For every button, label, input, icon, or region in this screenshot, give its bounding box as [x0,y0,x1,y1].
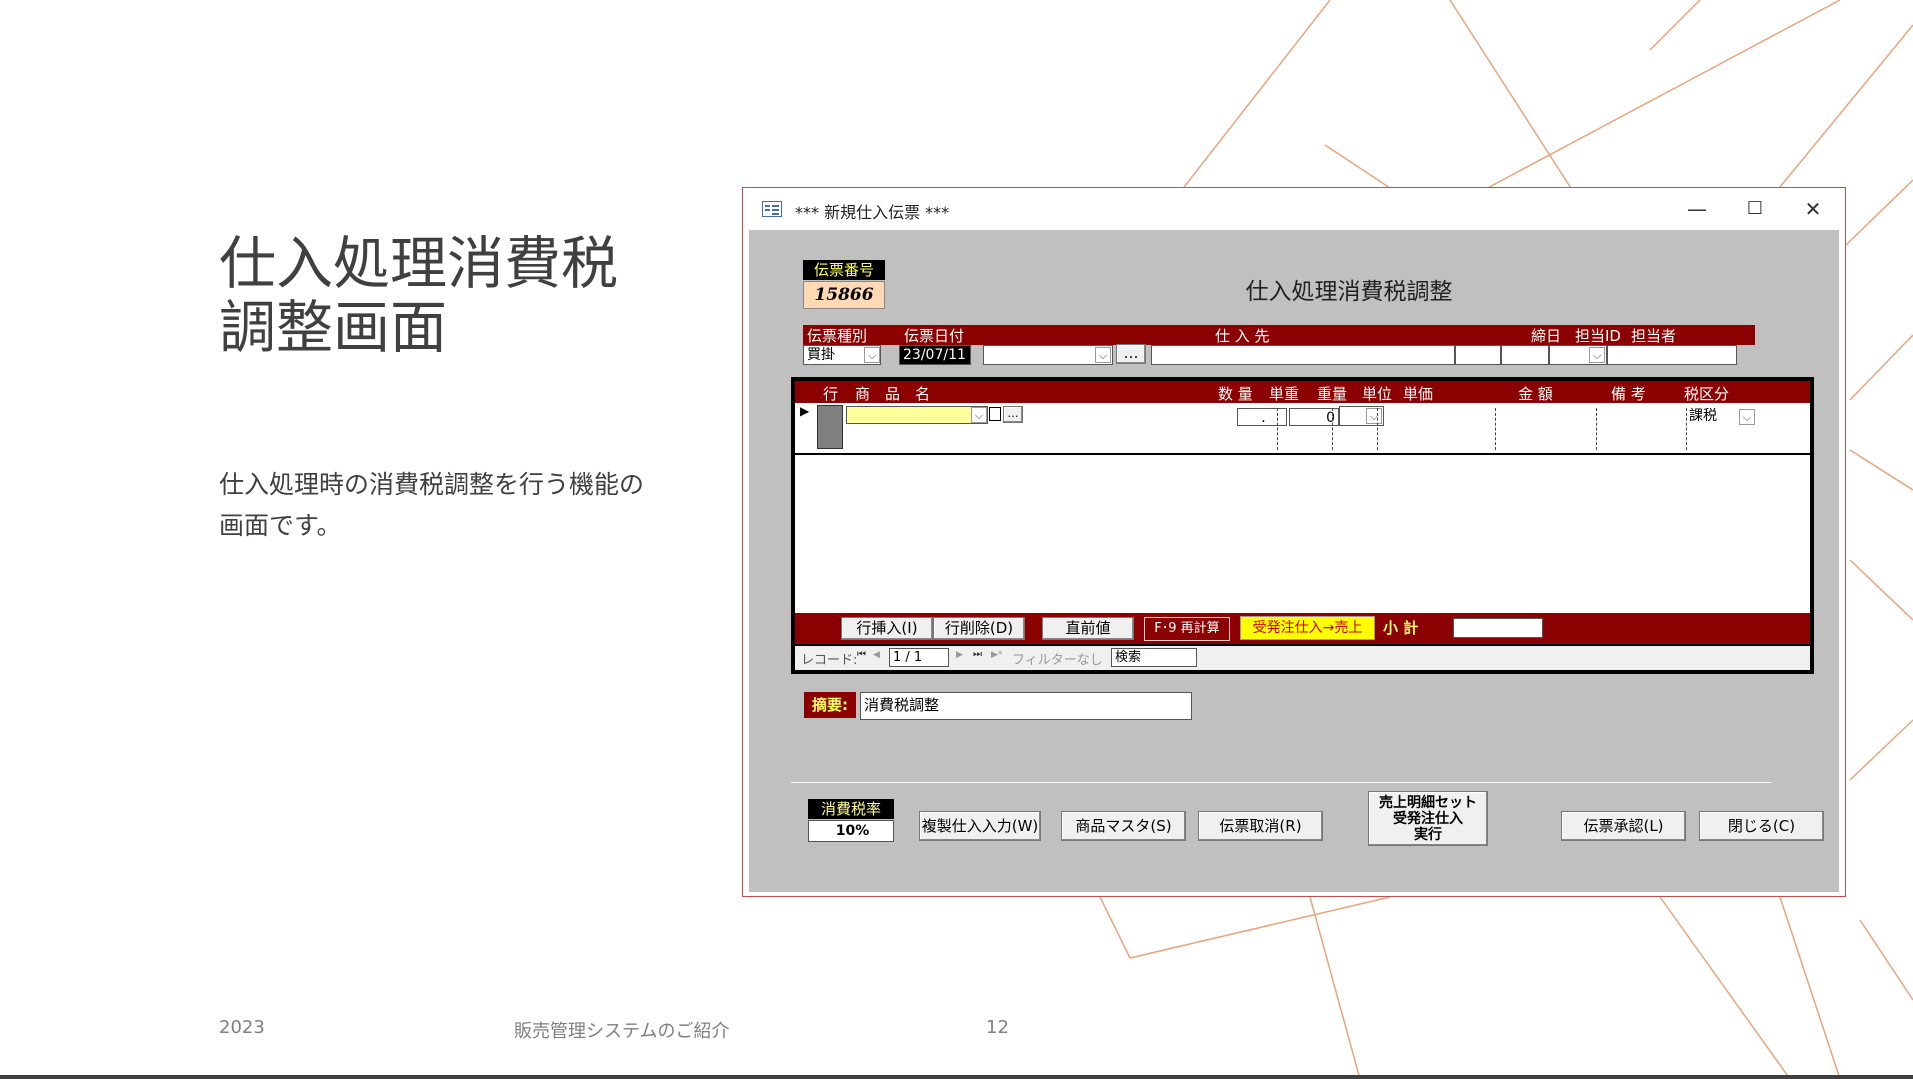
header-slip-type: 伝票種別 [807,327,868,345]
sales-detail-set-button[interactable]: 売上明細セット 受発注仕入 実行 [1368,791,1488,846]
form-heading: 仕入処理消費税調整 [1245,279,1453,305]
detail-header-tax-class: 税区分 [1684,385,1730,403]
header-slip-date: 伝票日付 [904,327,965,345]
footer-divider [0,1075,1913,1079]
row-selector[interactable] [817,405,843,449]
subtotal-label: 小 計 [1383,619,1419,637]
header-staff: 担当者 [1631,327,1677,345]
product-detail-icon[interactable] [989,407,1001,421]
staff-id-field[interactable] [1501,345,1549,365]
summary-field[interactable]: 消費税調整 [860,692,1192,720]
supplier-lookup-button[interactable]: … [1116,344,1146,364]
prev-record-icon[interactable]: ◀ [873,650,880,660]
app-window: *** 新規仕入伝票 *** — ☐ ✕ 伝票番号 15866 仕入処理消費税調… [742,187,1846,897]
slide-title-line1: 仕入処理消費税 [219,231,618,297]
sales-detail-set-line1: 売上明細セット [1379,795,1477,811]
detail-header-product: 商 品 名 [855,385,931,403]
new-record-icon[interactable]: ▶* [991,650,1002,660]
close-form-button[interactable]: 閉じる(C) [1699,811,1824,841]
detail-header-amount: 金 額 [1518,385,1553,403]
detail-header-unit: 単位 [1362,385,1393,403]
column-guide [1332,408,1333,450]
form-app-icon [762,201,782,217]
column-guide [1377,408,1378,450]
closing-day-field[interactable] [1455,345,1501,365]
detail-header-unit-price: 単価 [1403,385,1434,403]
page-number: 12 [986,1017,1009,1038]
filter-status[interactable]: フィルターなし [1012,649,1103,668]
current-row-marker: ▶ [800,404,810,418]
detail-body [795,403,1810,613]
first-record-icon[interactable]: ⏮ [857,649,866,660]
detail-header-bar [795,381,1810,403]
sales-detail-set-line2: 受発注仕入 [1393,811,1463,827]
product-select[interactable] [846,406,988,424]
staff-name-field[interactable] [1607,345,1737,365]
column-guide [1495,408,1496,450]
chevron-down-icon[interactable]: ⌵ [1589,347,1605,363]
last-record-icon[interactable]: ⏭ [973,649,982,660]
bottom-separator [791,782,1771,783]
detail-header-note: 備 考 [1611,385,1646,403]
slide-description: 仕入処理時の消費税調整を行う機能の 画面です。 [219,464,699,546]
summary-label: 摘要: [804,692,856,718]
tax-rate-label: 消費税率 [808,799,894,819]
copy-purchase-input-button[interactable]: 複製仕入入力(W) [919,811,1041,841]
form-client-area: 伝票番号 15866 仕入処理消費税調整 伝票種別 伝票日付 仕 入 先 締日 … [749,230,1839,892]
recalc-button[interactable]: F･9 再計算 [1144,617,1230,641]
column-guide [1686,408,1687,450]
delete-row-button[interactable]: 行削除(D) [933,617,1025,640]
minimize-button[interactable]: — [1672,194,1722,224]
tax-class-value[interactable]: 課税 [1689,405,1717,425]
header-supplier: 仕 入 先 [1215,327,1270,345]
detail-row-divider [795,453,1810,455]
detail-header-quantity: 数 量 [1218,385,1253,403]
slide-title-line2: 調整画面 [219,295,447,361]
close-window-button[interactable]: ✕ [1788,194,1838,224]
product-master-button[interactable]: 商品マスタ(S) [1061,811,1186,841]
record-position-field[interactable]: 1 / 1 [889,648,949,667]
tax-rate-field[interactable]: 10% [808,820,894,842]
sales-detail-set-line3: 実行 [1414,827,1442,843]
header-staff-id: 担当ID [1575,327,1621,345]
slide-description-line1: 仕入処理時の消費税調整を行う機能の [219,470,645,499]
window-titlebar[interactable]: *** 新規仕入伝票 *** — ☐ ✕ [743,188,1845,230]
detail-header-unit-weight: 単重 [1269,385,1300,403]
quantity-field[interactable]: . [1237,408,1287,426]
supplier-code-select[interactable] [983,345,1113,365]
window-title: *** 新規仕入伝票 *** [795,203,950,222]
slip-number-label: 伝票番号 [803,260,885,280]
cancel-slip-button[interactable]: 伝票取消(R) [1198,811,1323,841]
order-to-sales-button[interactable]: 受発注仕入→売上 [1240,616,1375,640]
search-input[interactable]: 検索 [1111,648,1197,667]
previous-value-button[interactable]: 直前値 [1042,617,1134,640]
chevron-down-icon[interactable]: ⌵ [864,347,880,363]
maximize-button[interactable]: ☐ [1730,194,1780,224]
slide-title: 仕入処理消費税 調整画面 [219,232,699,360]
subtotal-field [1453,618,1543,638]
slide-description-line2: 画面です。 [219,511,342,540]
slip-date-field[interactable]: 23/07/11 [899,345,971,365]
detail-header-weight: 重量 [1317,385,1348,403]
footer-year: 2023 [219,1017,265,1038]
chevron-down-icon[interactable]: ⌵ [1366,408,1382,424]
next-record-icon[interactable]: ▶ [956,650,963,660]
approve-slip-button[interactable]: 伝票承認(L) [1561,811,1686,841]
column-guide [1596,408,1597,450]
footer-title: 販売管理システムのご紹介 [514,1021,730,1042]
chevron-down-icon[interactable]: ⌵ [971,407,987,423]
record-label: レコード: [801,653,858,668]
product-lookup-button[interactable]: … [1003,406,1023,423]
column-guide [1277,408,1278,450]
supplier-name-field[interactable] [1151,345,1455,365]
chevron-down-icon[interactable]: ⌵ [1095,347,1111,363]
detail-header-row: 行 [823,385,839,403]
header-closing-day: 締日 [1531,327,1562,345]
chevron-down-icon[interactable]: ⌵ [1739,409,1755,425]
insert-row-button[interactable]: 行挿入(I) [841,617,933,640]
slip-number-field: 15866 [803,281,885,309]
